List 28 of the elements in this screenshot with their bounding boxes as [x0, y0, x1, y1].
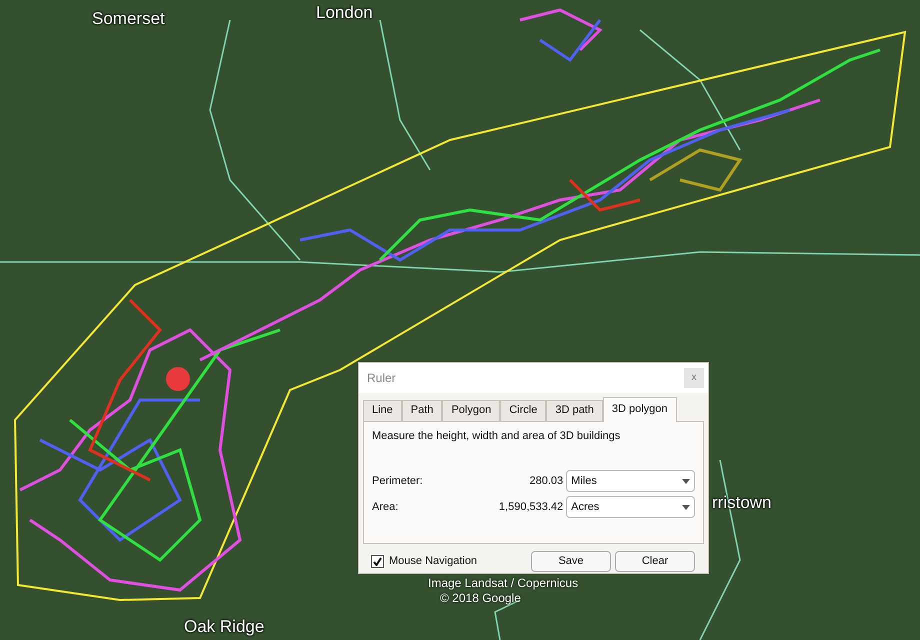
tab[interactable]: Circle — [500, 400, 546, 421]
caret-icon — [682, 504, 690, 510]
dialog-button[interactable]: Clear — [615, 550, 695, 572]
checkmark-icon — [373, 556, 382, 566]
checkbox-label: Mouse Navigation — [389, 554, 478, 569]
window-title: Ruler — [367, 370, 396, 387]
tab[interactable]: Polygon — [442, 400, 500, 421]
attribution-text: © 2018 Google — [440, 591, 521, 605]
tab[interactable]: 3D path — [546, 400, 603, 421]
measurement-value: 280.03 — [528, 474, 564, 489]
place-label: Somerset — [92, 8, 165, 30]
tab[interactable]: Path — [402, 400, 442, 421]
place-label: Oak Ridge — [184, 616, 264, 638]
measurement-value: 1,590,533.42 — [498, 500, 564, 515]
dialog-button[interactable]: Save — [531, 550, 611, 572]
field-label: Perimeter: — [372, 474, 424, 489]
checkbox[interactable] — [371, 554, 384, 568]
caret-icon — [682, 478, 690, 484]
location-dot-icon — [166, 367, 190, 391]
unit-dropdown[interactable]: Miles — [566, 470, 695, 492]
close-button[interactable]: x — [684, 368, 704, 388]
tab[interactable]: 3D polygon — [602, 396, 677, 422]
field-label: Area: — [372, 500, 400, 515]
description-text: Measure the height, width and area of 3D buildings — [372, 428, 622, 444]
attribution-text: Image Landsat / Copernicus — [428, 576, 578, 590]
unit-dropdown[interactable]: Acres — [566, 496, 695, 518]
tab[interactable]: Line — [363, 400, 402, 421]
place-label: London — [316, 2, 373, 24]
